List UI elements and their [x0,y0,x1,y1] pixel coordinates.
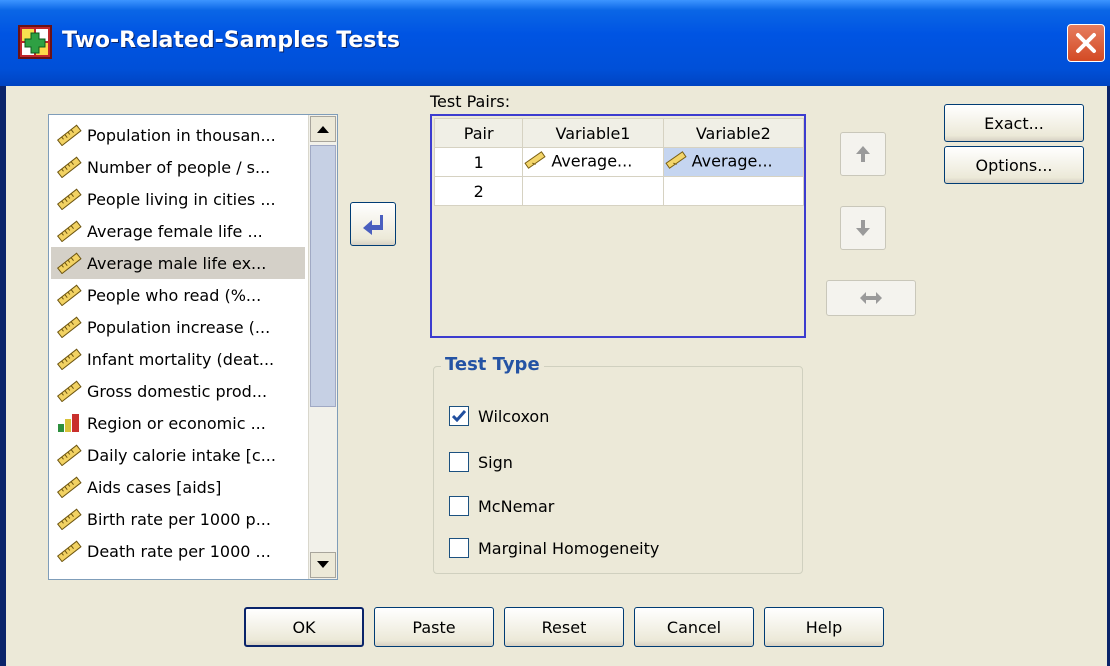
variable-label: Death rate per 1000 ... [87,541,271,561]
move-to-pairs-button[interactable] [350,202,396,246]
scale-ruler-icon [51,379,87,403]
scroll-thumb[interactable] [310,145,336,407]
reset-button[interactable]: Reset [504,607,624,647]
ok-button[interactable]: OK [244,607,364,647]
variable-label: Daily calorie intake [c... [87,445,276,465]
nominal-bar-icon [51,411,87,435]
scale-ruler-icon [51,347,87,371]
column-header-variable1: Variable1 [522,118,664,148]
list-item[interactable]: Aids cases [aids] [51,471,305,503]
variable-label: People who read (%... [87,285,262,305]
wilcoxon-checkbox[interactable] [449,406,469,426]
move-pair-down-button[interactable] [840,206,886,250]
cancel-button[interactable]: Cancel [634,607,754,647]
dialog-window: Two-Related-Samples Tests Population in … [0,0,1110,666]
arrow-up-icon [856,146,870,162]
list-item[interactable]: Average female life ... [51,215,305,247]
swap-arrows-icon [860,292,882,304]
window-title: Two-Related-Samples Tests [62,28,401,53]
test-pairs-grid[interactable]: Pair Variable1 Variable2 1 Average... Av… [430,114,806,338]
swap-variables-button[interactable] [826,280,916,316]
marginal-homogeneity-label[interactable]: Marginal Homogeneity [478,539,659,558]
title-bar[interactable]: Two-Related-Samples Tests [0,0,1110,86]
arrow-left-icon [363,215,383,235]
scale-ruler-icon [51,155,87,179]
list-item[interactable]: Death rate per 1000 ... [51,535,305,567]
variable-label: Average male life ex... [87,253,267,273]
variable-label: Number of people / s... [87,157,271,177]
move-pair-up-button[interactable] [840,132,886,176]
mcnemar-checkbox[interactable] [449,496,469,516]
list-item[interactable]: Gross domestic prod... [51,375,305,407]
pair-variable1-cell[interactable] [522,176,664,206]
scale-ruler-icon [51,123,87,147]
pair-number: 1 [433,147,524,177]
list-item[interactable]: Region or economic ... [51,407,305,439]
variable-label: People living in cities ... [87,189,276,209]
test-type-title: Test Type [441,354,544,375]
checkmark-icon [452,410,466,422]
list-item[interactable]: People living in cities ... [51,183,305,215]
arrow-down-icon [317,561,329,568]
variable-label: Population increase (... [87,317,271,337]
list-item[interactable]: Daily calorie intake [c... [51,439,305,471]
marginal-homogeneity-checkbox[interactable] [449,538,469,558]
scale-ruler-icon [51,219,87,243]
sign-checkbox[interactable] [449,452,469,472]
wilcoxon-label[interactable]: Wilcoxon [478,407,549,426]
list-item[interactable]: Average male life ex... [51,247,305,279]
close-button[interactable] [1067,24,1105,62]
pair-variable2-cell[interactable]: Average... [662,147,805,177]
column-header-pair: Pair [433,118,524,148]
variable-label: Infant mortality (deat... [87,349,275,369]
help-button[interactable]: Help [764,607,884,647]
list-item[interactable]: Number of people / s... [51,151,305,183]
scroll-down-button[interactable] [310,552,336,578]
arrow-up-icon [317,126,329,133]
scale-ruler-icon [51,443,87,467]
scale-ruler-icon [51,251,87,275]
column-header-variable2: Variable2 [662,118,805,148]
variable-list-scrollbar[interactable] [308,115,337,579]
variable-label: Population in thousan... [87,125,276,145]
pair-variable2-cell[interactable] [662,176,805,206]
list-item[interactable]: Birth rate per 1000 p... [51,503,305,535]
sign-label[interactable]: Sign [478,453,513,472]
variable-label: Average female life ... [87,221,263,241]
list-item[interactable]: Population increase (... [51,311,305,343]
scale-ruler-icon [523,150,551,174]
pair-variable1-cell[interactable]: Average... [522,147,664,177]
list-item[interactable]: People who read (%... [51,279,305,311]
close-icon [1076,33,1096,53]
pair-number: 2 [433,176,524,206]
mcnemar-label[interactable]: McNemar [478,497,554,516]
paste-button[interactable]: Paste [374,607,494,647]
scale-ruler-icon [51,315,87,339]
table-row[interactable]: 2 [433,176,805,206]
spss-app-icon [18,25,52,59]
table-row[interactable]: 1 Average... Average... [433,147,805,177]
pair-variable2-label: Average... [691,151,773,171]
scale-ruler-icon [51,187,87,211]
variable-label: Aids cases [aids] [87,477,222,497]
scale-ruler-icon [51,539,87,563]
scale-ruler-icon [664,150,692,174]
scale-ruler-icon [51,475,87,499]
list-item[interactable]: Population in thousan... [51,119,305,151]
variable-label: Gross domestic prod... [87,381,268,401]
test-pairs-label: Test Pairs: [430,92,511,111]
scale-ruler-icon [51,283,87,307]
variable-label: Region or economic ... [87,413,266,433]
options-button[interactable]: Options... [944,146,1084,184]
pair-variable1-label: Average... [551,151,633,171]
scroll-up-button[interactable] [310,116,336,142]
exact-button[interactable]: Exact... [944,104,1084,142]
arrow-down-icon [856,220,870,236]
variable-label: Birth rate per 1000 p... [87,509,271,529]
source-variable-list[interactable]: Population in thousan... Number of people… [48,114,338,580]
grid-header-row: Pair Variable1 Variable2 [433,118,805,148]
dialog-body: Population in thousan... Number of people… [6,86,1107,666]
list-item[interactable]: Infant mortality (deat... [51,343,305,375]
scale-ruler-icon [51,507,87,531]
